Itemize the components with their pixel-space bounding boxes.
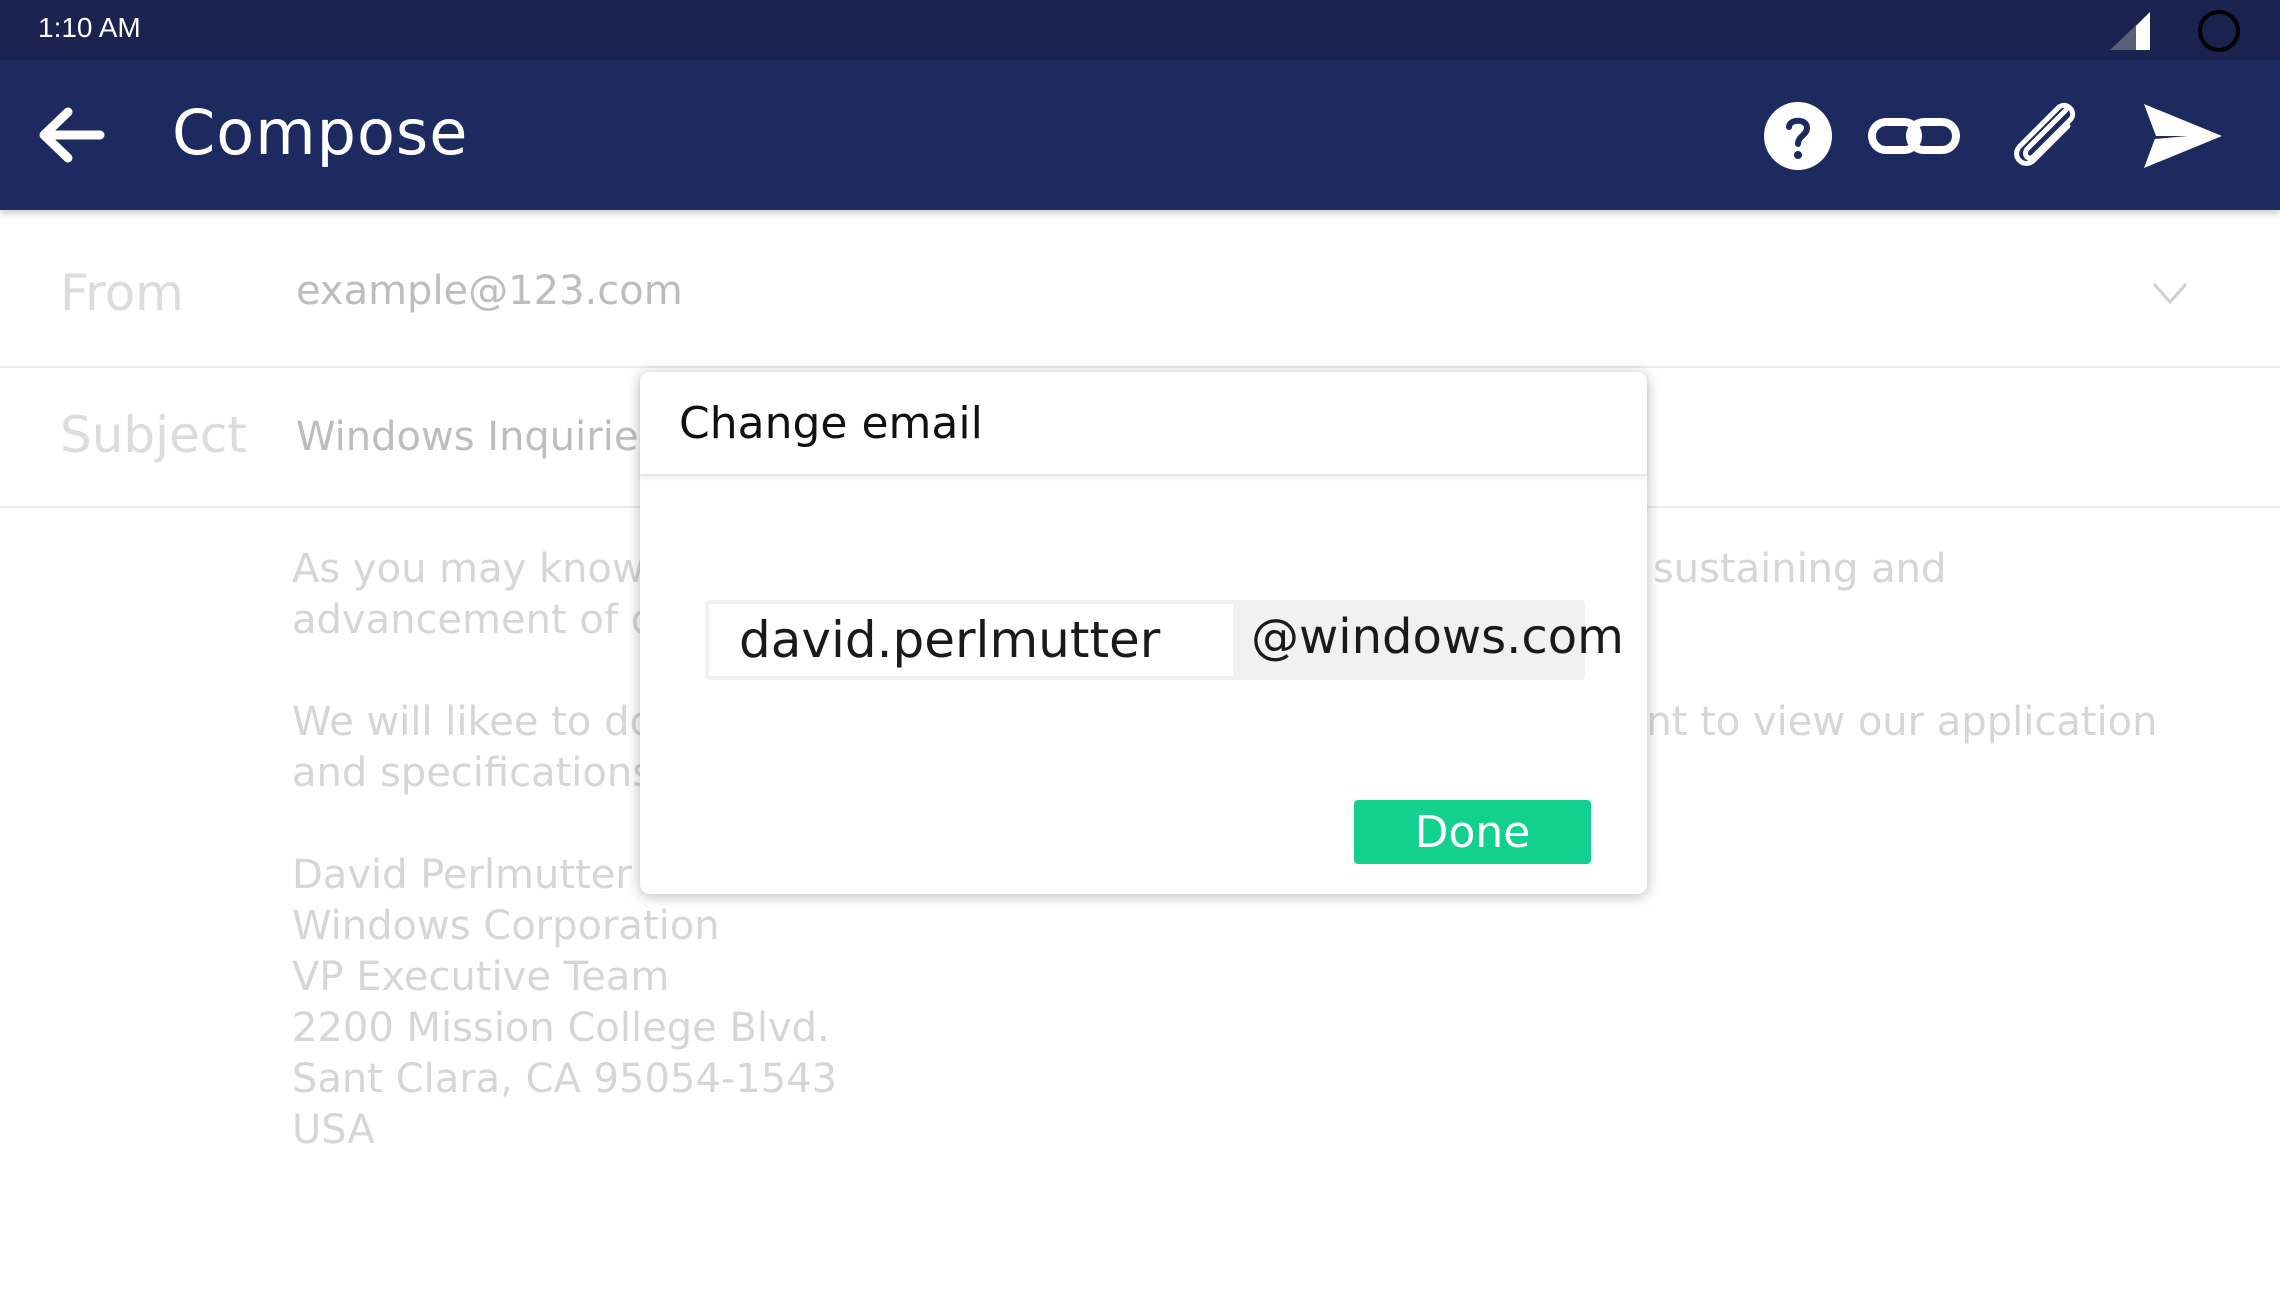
dialog-title: Change email xyxy=(679,398,983,449)
dialog-header: Change email xyxy=(640,372,1647,476)
from-row[interactable]: From example@123.com xyxy=(0,210,2280,368)
help-icon[interactable] xyxy=(1762,100,1834,172)
loading-spinner-icon xyxy=(2198,10,2240,52)
send-icon[interactable] xyxy=(2140,100,2224,172)
page-title: Compose xyxy=(172,96,469,169)
signature-line: Windows Corporation xyxy=(292,903,720,949)
signature-line: USA xyxy=(292,1107,375,1153)
email-field-group: @windows.com xyxy=(705,600,1624,680)
signature-line: VP Executive Team xyxy=(292,954,670,1000)
app-bar: Compose xyxy=(0,60,2280,210)
email-username-input[interactable] xyxy=(709,604,1233,676)
chevron-down-icon[interactable] xyxy=(2150,280,2190,306)
email-domain-suffix: @windows.com xyxy=(1251,609,1624,665)
signature: David Perlmutter Windows Corporation VP … xyxy=(292,850,2192,1156)
from-label: From xyxy=(60,264,184,322)
signal-icon xyxy=(2110,12,2150,50)
status-time: 1:10 AM xyxy=(38,12,141,43)
done-button[interactable]: Done xyxy=(1354,800,1591,864)
back-arrow-icon[interactable] xyxy=(34,102,106,168)
from-value[interactable]: example@123.com xyxy=(296,268,683,314)
link-icon[interactable] xyxy=(1866,100,1962,172)
paperclip-icon[interactable] xyxy=(2004,98,2086,174)
signature-line: 2200 Mission College Blvd. xyxy=(292,1005,830,1051)
change-email-dialog: Change email @windows.com Done xyxy=(640,372,1647,894)
subject-label: Subject xyxy=(60,406,247,464)
subject-field[interactable]: Windows Inquiries xyxy=(296,414,659,460)
status-bar: 1:10 AM xyxy=(0,0,2280,60)
signature-line: Sant Clara, CA 95054-1543 xyxy=(292,1056,838,1102)
